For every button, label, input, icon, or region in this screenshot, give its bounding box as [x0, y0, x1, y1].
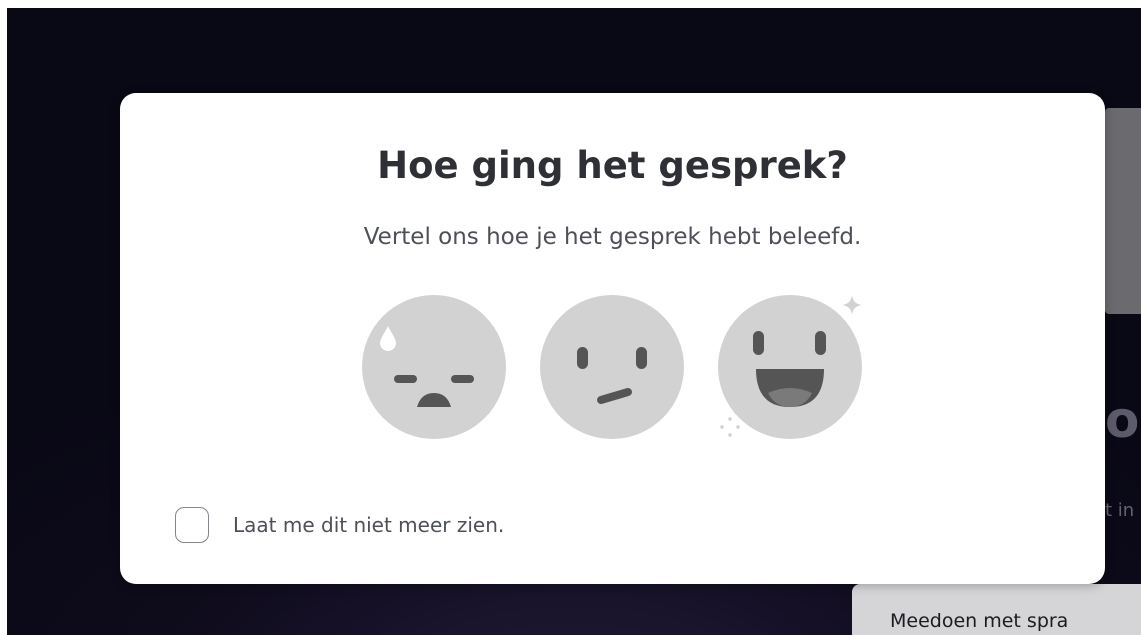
dont-show-again-label: Laat me dit niet meer zien.	[233, 513, 505, 537]
sparkle-dots-icon	[720, 417, 740, 437]
neutral-face-icon	[540, 295, 684, 439]
dont-show-again-option[interactable]: Laat me dit niet meer zien.	[175, 507, 504, 543]
background-subtext: t in	[1105, 500, 1135, 521]
join-voice-button[interactable]: Meedoen met spra	[852, 584, 1141, 635]
modal-subtitle: Vertel ons hoe je het gesprek hebt belee…	[363, 224, 862, 250]
sparkle-icon	[842, 295, 862, 315]
call-feedback-modal: Hoe ging het gesprek? Vertel ons hoe je …	[120, 93, 1105, 584]
background-heading: oe	[1105, 391, 1141, 449]
background-panel	[1105, 108, 1141, 314]
rating-bad-button[interactable]	[361, 294, 507, 440]
modal-title: Hoe ging het gesprek?	[377, 144, 848, 187]
sad-face-icon	[362, 295, 506, 439]
rating-neutral-button[interactable]	[539, 294, 685, 440]
dont-show-again-checkbox[interactable]	[175, 507, 209, 543]
